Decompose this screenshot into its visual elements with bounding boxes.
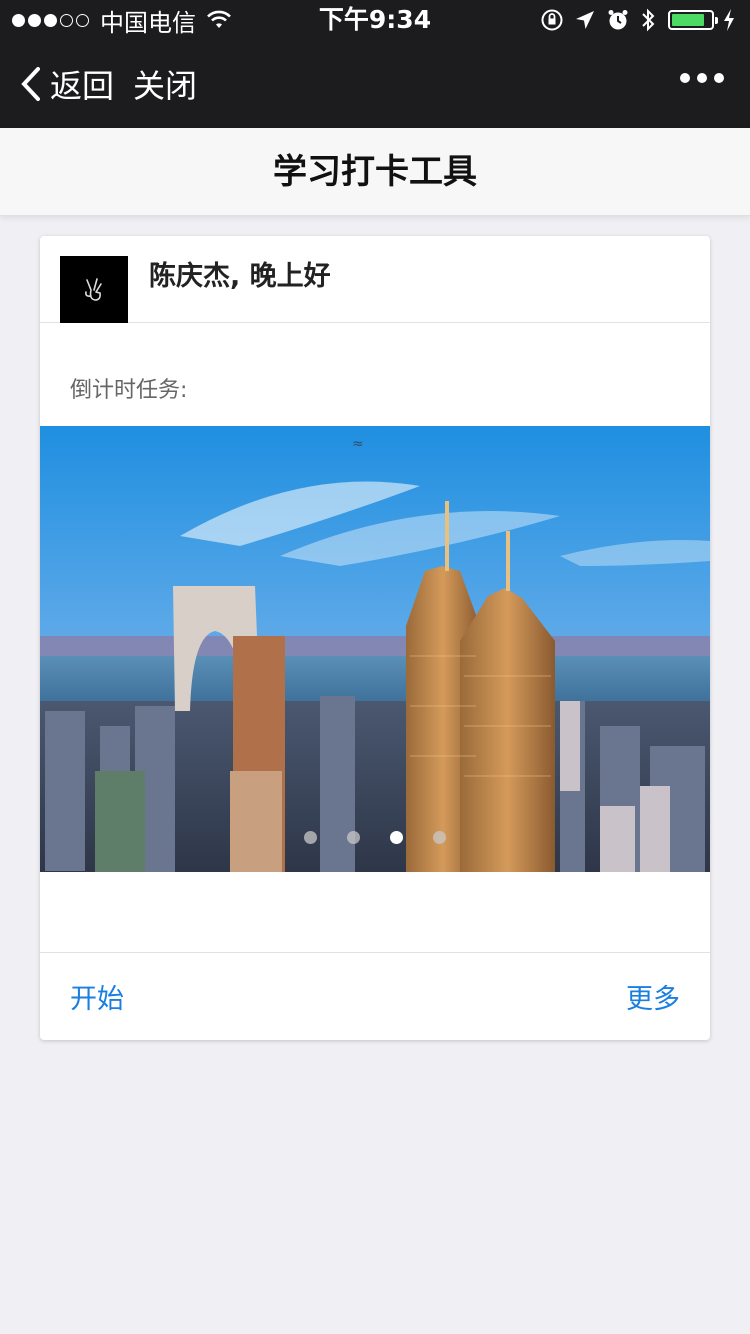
city-skyline-photo: ≈: [40, 426, 710, 872]
carousel-dot[interactable]: [347, 831, 360, 844]
page-title: 学习打卡工具: [0, 128, 750, 216]
rotation-lock-icon: [541, 9, 563, 31]
carousel-dot[interactable]: [433, 831, 446, 844]
carousel-dot[interactable]: [390, 831, 403, 844]
card-header: 陈庆杰, 晚上好: [40, 236, 710, 323]
start-button[interactable]: 开始: [70, 977, 124, 1016]
status-right: [530, 4, 736, 36]
battery-icon: [668, 10, 718, 30]
close-button[interactable]: 关闭: [133, 62, 197, 106]
nav-bar: 返回 关闭: [0, 40, 750, 128]
image-carousel[interactable]: ≈: [40, 426, 710, 872]
greeting-text: 陈庆杰, 晚上好: [149, 261, 331, 292]
bluetooth-icon: [642, 8, 655, 32]
more-dots-icon[interactable]: [673, 73, 724, 83]
signal-strength-icon: [12, 13, 92, 27]
charging-icon: [724, 9, 734, 31]
wifi-icon: [207, 10, 231, 28]
carousel-indicators: [40, 831, 710, 844]
chevron-left-icon: [21, 67, 40, 101]
avatar[interactable]: [60, 256, 128, 323]
carrier-name: 中国电信: [100, 8, 196, 37]
back-button[interactable]: 返回: [20, 62, 114, 106]
svg-text:≈: ≈: [352, 436, 364, 452]
location-icon: [576, 11, 594, 29]
status-bar: 中国电信 下午9:34: [0, 0, 750, 40]
back-label: 返回: [50, 67, 115, 105]
greeting-card: 陈庆杰, 晚上好 倒计时任务: ≈ 开始 更多: [40, 236, 710, 1040]
alarm-icon: [608, 10, 628, 30]
close-label: 关闭: [133, 67, 198, 105]
more-button[interactable]: 更多: [626, 977, 680, 1016]
card-footer: 开始 更多: [40, 952, 710, 1040]
countdown-task-label: 倒计时任务:: [70, 378, 188, 403]
status-left: 中国电信: [12, 4, 232, 37]
hand-gesture-icon: [85, 277, 102, 301]
carousel-dot[interactable]: [304, 831, 317, 844]
